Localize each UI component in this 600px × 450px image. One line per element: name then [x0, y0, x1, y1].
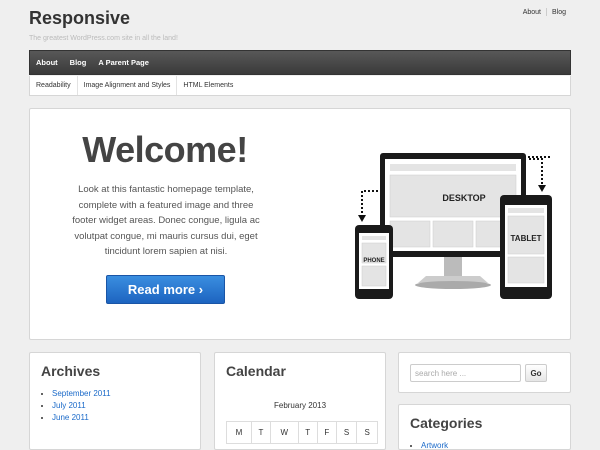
search-widget: search here ... Go	[398, 352, 571, 393]
read-more-button[interactable]: Read more ›	[106, 275, 225, 304]
calendar-day-header: M	[226, 421, 252, 444]
calendar-day-header: F	[316, 421, 337, 444]
calendar-table: M T W T F S S	[226, 421, 378, 444]
top-link-about[interactable]: About	[518, 9, 546, 16]
site-title[interactable]: Responsive	[29, 8, 130, 29]
phone-label: PHONE	[363, 258, 384, 264]
archive-link[interactable]: September 2011	[52, 388, 189, 400]
calendar-widget: Calendar February 2013 M T W T F S S	[214, 352, 386, 450]
main-navigation: About Blog A Parent Page	[29, 50, 571, 75]
site-tagline: The greatest WordPress.com site in all t…	[29, 35, 178, 42]
desktop-label: DESKTOP	[442, 193, 485, 203]
search-input[interactable]: search here ...	[410, 364, 521, 382]
subnav-item-readability[interactable]: Readability	[30, 76, 78, 95]
top-link-blog[interactable]: Blog	[547, 9, 571, 16]
nav-item-about[interactable]: About	[30, 51, 64, 74]
calendar-title: Calendar	[226, 363, 286, 379]
category-link[interactable]: Artwork	[421, 440, 559, 450]
responsive-devices-illustration: DESKTOP TABLET PHONE	[355, 153, 552, 299]
tablet-device-icon: TABLET	[500, 195, 552, 299]
nav-item-parent-page[interactable]: A Parent Page	[92, 51, 155, 74]
calendar-day-header: T	[250, 421, 271, 444]
hero-text: Look at this fantastic homepage template…	[72, 184, 260, 257]
sub-navigation: Readability Image Alignment and Styles H…	[29, 76, 571, 96]
categories-title: Categories	[410, 415, 483, 431]
subnav-item-image-alignment[interactable]: Image Alignment and Styles	[78, 76, 178, 95]
archives-widget: Archives September 2011 July 2011 June 2…	[29, 352, 201, 450]
hero-title: Welcome!	[82, 129, 248, 170]
calendar-day-header: T	[297, 421, 318, 444]
archive-link[interactable]: July 2011	[52, 400, 189, 412]
calendar-day-header: W	[269, 421, 299, 444]
featured-content: Welcome! Look at this fantastic homepage…	[29, 108, 571, 340]
calendar-day-header: S	[356, 421, 378, 444]
search-go-button[interactable]: Go	[525, 364, 547, 382]
categories-widget: Categories Artwork	[398, 404, 571, 450]
archive-link[interactable]: June 2011	[52, 412, 189, 424]
tablet-label: TABLET	[511, 234, 542, 243]
nav-item-blog[interactable]: Blog	[64, 51, 93, 74]
top-links: About Blog	[518, 8, 571, 16]
phone-device-icon: PHONE	[355, 225, 393, 299]
calendar-day-header: S	[335, 421, 358, 444]
archives-title: Archives	[41, 363, 101, 379]
subnav-item-html-elements[interactable]: HTML Elements	[177, 76, 239, 95]
calendar-month: February 2013	[273, 401, 327, 410]
